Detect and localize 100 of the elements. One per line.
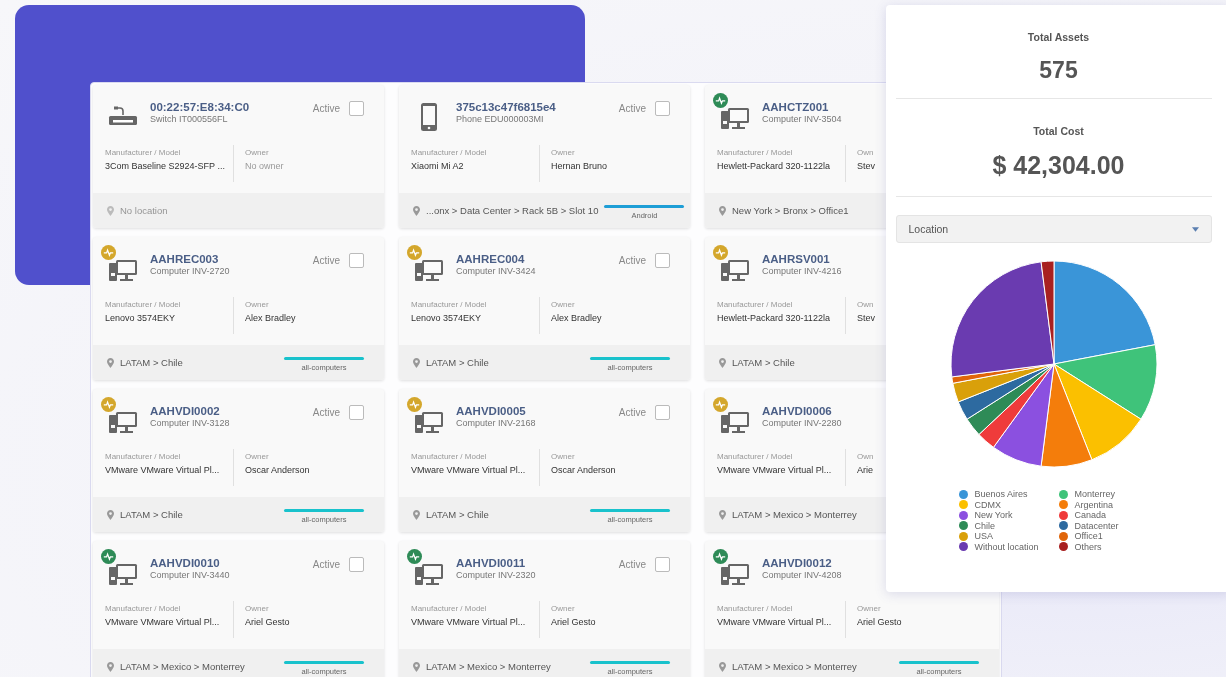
asset-subtitle: Computer INV-4208 (762, 570, 842, 580)
field-label: Owner (245, 300, 269, 309)
owner-value: Ariel Gesto (245, 617, 290, 627)
location-pin-icon (107, 357, 114, 368)
field-label: Own (857, 452, 874, 461)
asset-title[interactable]: AAHCTZ001 (762, 101, 829, 113)
active-label: Active (618, 255, 646, 266)
asset-title[interactable]: AAHREC003 (150, 253, 219, 265)
field-label: Owner (551, 604, 575, 613)
legend-label: Office1 (1074, 531, 1103, 542)
field-label: Owner (245, 604, 269, 613)
field-label: Manufacturer / Model (411, 148, 487, 157)
model-value: VMware VMware Virtual Pl... (411, 617, 526, 627)
active-checkbox[interactable] (349, 557, 364, 572)
legend-label: Without location (974, 541, 1039, 552)
field-label: Manufacturer / Model (105, 300, 181, 309)
model-value: VMware VMware Virtual Pl... (411, 465, 526, 475)
field-label: Manufacturer / Model (411, 300, 487, 309)
model-value: VMware VMware Virtual Pl... (105, 465, 220, 475)
legend-label: CDMX (974, 499, 1001, 510)
asset-title[interactable]: AAHVDI0005 (456, 405, 526, 417)
asset-subtitle: Computer INV-3128 (150, 418, 230, 428)
field-label: Manufacturer / Model (411, 452, 487, 461)
active-checkbox[interactable] (655, 405, 670, 420)
field-label: Owner (551, 148, 575, 157)
asset-subtitle: Computer INV-3504 (762, 114, 842, 124)
asset-title[interactable]: AAHVDI0012 (762, 557, 832, 569)
location-pin-icon (413, 357, 420, 368)
active-checkbox[interactable] (349, 405, 364, 420)
owner-value: Arie (857, 465, 873, 475)
asset-title[interactable]: AAHVDI0006 (762, 405, 832, 417)
field-label: Manufacturer / Model (717, 300, 793, 309)
field-label: Owner (551, 300, 575, 309)
owner-value: Alex Bradley (551, 313, 602, 323)
asset-title[interactable]: AAHVDI0011 (456, 557, 526, 569)
location-pin-icon (719, 661, 726, 672)
group-by-dropdown[interactable]: Location (895, 215, 1212, 243)
field-label: Owner (857, 604, 881, 613)
legend-label: Canada (1074, 510, 1107, 521)
model-value: Xiaomi Mi A2 (411, 161, 464, 171)
legend-label: Monterrey (1074, 489, 1115, 500)
field-label: Manufacturer / Model (105, 148, 181, 157)
field-label: Manufacturer / Model (717, 604, 793, 613)
asset-title[interactable]: AAHVDI0010 (150, 557, 220, 569)
active-checkbox[interactable] (349, 101, 364, 116)
field-label: Manufacturer / Model (105, 604, 181, 613)
total-cost-value: $ 42,304.00 (992, 151, 1125, 180)
active-label: Active (312, 103, 340, 114)
location-text: LATAM > Mexico > Monterrey (120, 661, 245, 672)
asset-subtitle: Computer INV-2168 (456, 418, 536, 428)
asset-subtitle: Phone EDU000003MI (456, 114, 544, 124)
field-label: Manufacturer / Model (717, 148, 793, 157)
location-text: LATAM > Chile (120, 509, 183, 520)
asset-subtitle: Switch IT000556FL (150, 114, 228, 124)
active-checkbox[interactable] (349, 253, 364, 268)
location-text: LATAM > Mexico > Monterrey (732, 661, 857, 672)
active-checkbox[interactable] (655, 253, 670, 268)
location-text: LATAM > Chile (426, 509, 489, 520)
active-label: Active (618, 559, 646, 570)
model-value: VMware VMware Virtual Pl... (105, 617, 220, 627)
asset-subtitle: Computer INV-4216 (762, 266, 842, 276)
owner-value: Hernan Bruno (551, 161, 608, 171)
field-label: Owner (245, 148, 269, 157)
location-pin-icon (719, 205, 726, 216)
location-text: LATAM > Mexico > Monterrey (426, 661, 551, 672)
asset-title[interactable]: 375c13c47f6815e4 (456, 101, 556, 113)
field-label: Manufacturer / Model (411, 604, 487, 613)
active-label: Active (618, 407, 646, 418)
location-pin-icon (107, 205, 114, 216)
field-label: Manufacturer / Model (105, 452, 181, 461)
asset-subtitle: Computer INV-2280 (762, 418, 842, 428)
location-pin-icon (107, 661, 114, 672)
model-value: Hewlett-Packard 320-1122la (717, 161, 830, 171)
owner-value: Stev (857, 313, 875, 323)
active-checkbox[interactable] (655, 101, 670, 116)
model-value: 3Com Baseline S2924-SFP ... (105, 161, 225, 171)
location-text: LATAM > Chile (120, 357, 183, 368)
caret-icon (1191, 226, 1199, 232)
asset-subtitle: Computer INV-3424 (456, 266, 536, 276)
location-text: New York > Bronx > Office1 (732, 205, 849, 216)
active-label: Active (312, 255, 340, 266)
model-value: Lenovo 3574EKY (411, 313, 482, 323)
legend-label: Chile (974, 520, 995, 531)
field-label: Owner (245, 452, 269, 461)
owner-value: Oscar Anderson (245, 465, 310, 475)
asset-title[interactable]: AAHVDI0002 (150, 405, 220, 417)
legend-label: Others (1074, 541, 1102, 552)
location-pin-icon (413, 661, 420, 672)
asset-subtitle: Computer INV-3440 (150, 570, 230, 580)
legend-label: Datacenter (1074, 520, 1119, 531)
field-label: Owner (551, 452, 575, 461)
model-value: VMware VMware Virtual Pl... (717, 465, 832, 475)
asset-title[interactable]: AAHRSV001 (762, 253, 830, 265)
legend-label: New York (974, 510, 1013, 521)
model-value: VMware VMware Virtual Pl... (717, 617, 832, 627)
active-checkbox[interactable] (655, 557, 670, 572)
asset-title[interactable]: AAHREC004 (456, 253, 525, 265)
model-value: Lenovo 3574EKY (105, 313, 176, 323)
asset-title[interactable]: 00:22:57:E8:34:C0 (150, 101, 250, 113)
location-pin-icon (719, 509, 726, 520)
